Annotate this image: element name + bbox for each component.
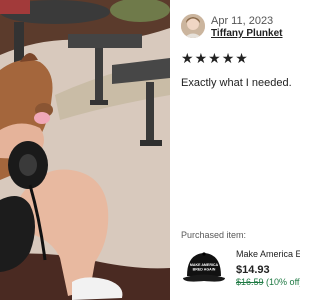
review-photo-image	[0, 0, 170, 300]
hat-text-line1: MAKE AMERICA	[190, 263, 219, 267]
reviewer-header: Apr 11, 2023 Tiffany Plunket	[181, 14, 300, 42]
review-card: Apr 11, 2023 Tiffany Plunket ★ ★ ★ ★ ★ E…	[0, 0, 300, 300]
hat-icon: MAKE AMERICA BRED AGAIN	[183, 252, 225, 282]
star-icon: ★	[235, 50, 248, 66]
purchased-item-link[interactable]: MAKE AMERICA BRED AGAIN Make America E $…	[181, 246, 300, 292]
star-icon: ★	[221, 50, 235, 66]
review-photo[interactable]	[0, 0, 170, 300]
item-thumbnail: MAKE AMERICA BRED AGAIN	[181, 248, 227, 288]
item-discount: (10% off)	[266, 277, 300, 287]
hat-text-line2: BRED AGAIN	[193, 268, 216, 272]
purchased-item-label: Purchased item:	[181, 230, 247, 240]
reviewer-avatar[interactable]	[181, 14, 205, 38]
item-title: Make America E	[236, 249, 300, 259]
item-price-details: $16.59 (10% off)	[236, 277, 300, 288]
star-icon: ★	[208, 50, 221, 66]
star-icon: ★	[194, 50, 208, 66]
review-date: Apr 11, 2023	[211, 15, 274, 27]
star-rating: ★ ★ ★ ★ ★	[181, 51, 248, 65]
avatar-image	[181, 14, 205, 38]
review-details: Apr 11, 2023 Tiffany Plunket ★ ★ ★ ★ ★ E…	[181, 0, 300, 300]
item-original-price: $16.59	[236, 277, 264, 287]
item-price: $14.93	[236, 264, 270, 276]
reviewer-name-link[interactable]: Tiffany Plunket	[211, 28, 283, 40]
star-icon: ★	[181, 50, 194, 66]
review-text: Exactly what I needed.	[181, 77, 292, 89]
